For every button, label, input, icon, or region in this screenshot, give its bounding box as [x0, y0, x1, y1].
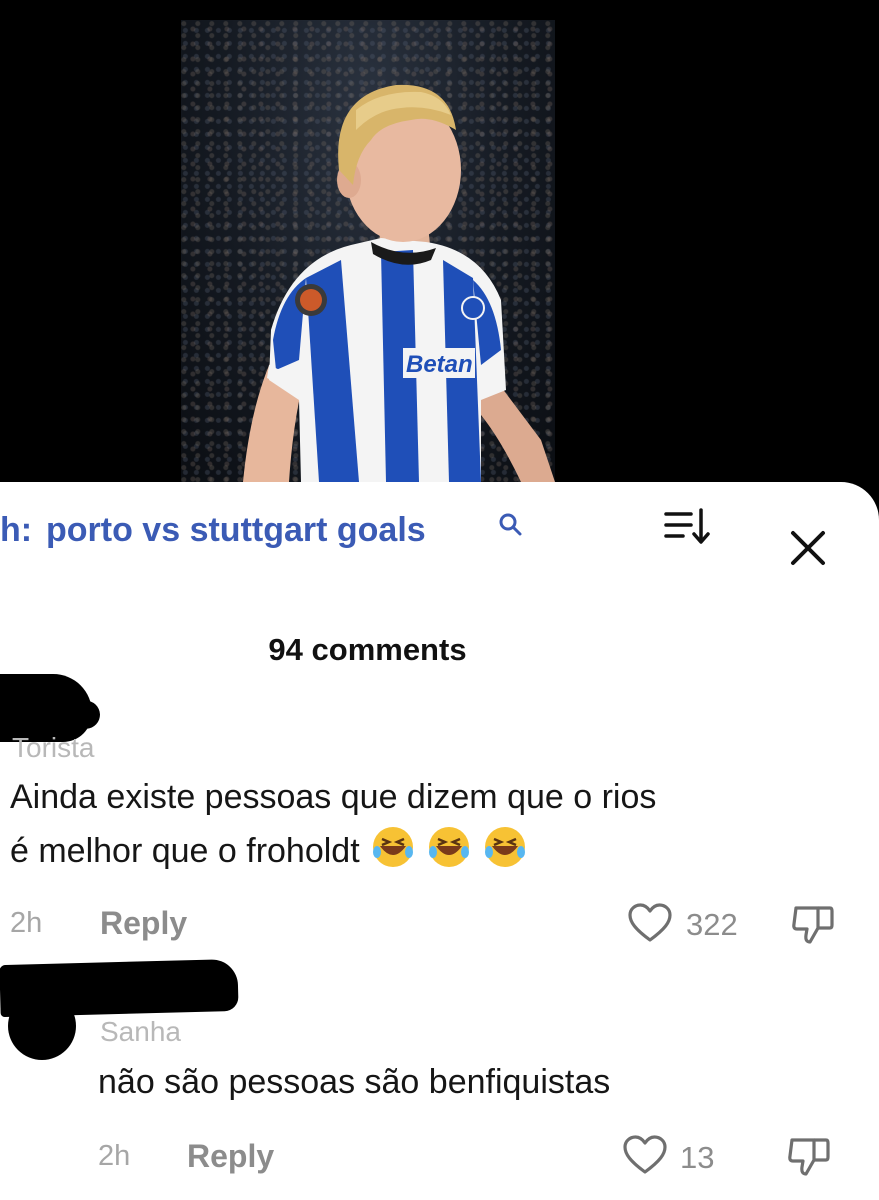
comment-item: Sanha não são pessoas são benfiquistas 2…: [0, 958, 879, 1200]
football-player-image: Betan: [243, 84, 555, 482]
comment-timestamp: 2h: [98, 1140, 131, 1172]
comment-timestamp: 2h: [10, 907, 43, 939]
close-icon[interactable]: [788, 528, 828, 568]
thumbs-down-icon[interactable]: [790, 902, 836, 948]
related-search-row[interactable]: h: porto vs stuttgart goals: [0, 508, 879, 556]
rolling-laughing-emoji-icon: [428, 827, 469, 867]
video-player[interactable]: Betan: [0, 0, 879, 520]
comment-username[interactable]: Torista: [12, 732, 94, 764]
reply-button[interactable]: Reply: [100, 905, 187, 942]
reply-button[interactable]: Reply: [187, 1138, 274, 1175]
video-frame[interactable]: Betan: [181, 20, 555, 482]
search-prefix: h:: [0, 511, 33, 549]
sort-icon[interactable]: [663, 504, 713, 548]
related-search-link[interactable]: porto vs stuttgart goals: [46, 508, 426, 552]
redaction-mark: [0, 700, 101, 732]
comment-username[interactable]: Sanha: [100, 1016, 181, 1048]
like-count: 322: [686, 907, 738, 942]
thumbs-down-icon[interactable]: [786, 1134, 832, 1180]
heart-icon[interactable]: [627, 902, 673, 944]
comment-text-line: é melhor que o froholdt: [10, 832, 360, 870]
like-count: 13: [680, 1140, 715, 1175]
comment-text: Ainda existe pessoas que dizem que o rio…: [10, 770, 656, 878]
comment-text: não são pessoas são benfiquistas: [98, 1063, 611, 1101]
search-icon[interactable]: [498, 512, 524, 538]
rolling-laughing-emoji-icon: [484, 827, 525, 867]
rolling-laughing-emoji-icon: [372, 827, 413, 867]
comment-text-line: Ainda existe pessoas que dizem que o rio…: [10, 778, 657, 816]
heart-icon[interactable]: [622, 1134, 668, 1176]
svg-text:Betan: Betan: [406, 351, 473, 378]
comments-panel: h: porto vs stuttgart goals 94 comments …: [0, 482, 879, 1200]
comment-item: Torista Ainda existe pessoas que dizem q…: [0, 662, 879, 962]
redacted-avatar: [8, 992, 76, 1060]
